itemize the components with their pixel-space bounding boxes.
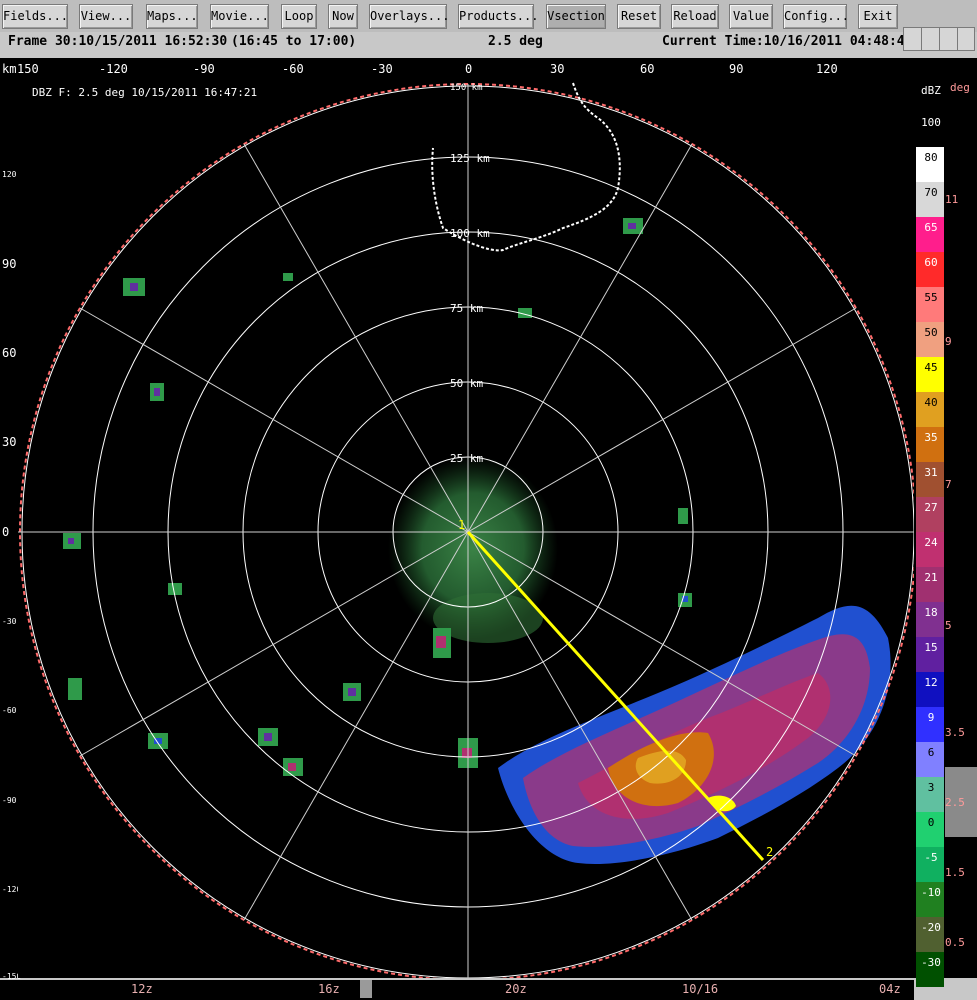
overlays-button[interactable]: Overlays...: [369, 4, 449, 29]
reset-button[interactable]: Reset: [617, 4, 661, 29]
reload-button[interactable]: Reload: [671, 4, 719, 29]
colorbar-label: 35: [924, 431, 938, 444]
exit-button[interactable]: Exit: [858, 4, 898, 29]
ring-label: 75 km: [450, 302, 483, 315]
time-label: 20z: [505, 982, 527, 996]
azimuth-lines: [18, 84, 914, 978]
colorbar-label: 27: [924, 501, 938, 514]
y-tick: 30: [2, 435, 17, 449]
colorbar-label: 3: [927, 781, 935, 794]
ring-label: 150 km: [450, 83, 483, 93]
ring-label: 25 km: [450, 452, 483, 465]
y-tick: -60: [2, 706, 17, 715]
time-label: 16z: [318, 982, 340, 996]
frame-label: Frame 30:10/15/2011 16:52:30: [8, 34, 228, 49]
deg-label: 1.5: [945, 866, 965, 879]
movie-button[interactable]: Movie...: [210, 4, 269, 29]
window-control-3[interactable]: [939, 27, 959, 51]
frame-range-label: (16:45 to 17:00): [231, 34, 357, 49]
config-button[interactable]: Config...: [783, 4, 849, 29]
elevation-label: 2.5 deg: [488, 34, 543, 49]
x-tick: -60: [282, 62, 304, 76]
colorbar-label: -5: [924, 851, 938, 864]
deg-label: 2.5: [945, 796, 965, 809]
y-tick: 120: [2, 170, 17, 179]
toolbar: Fields... View... Maps... Movie... Loop …: [0, 0, 977, 32]
colorbar-label: -30: [921, 956, 941, 969]
x-tick: -120: [99, 62, 128, 76]
colorbar-label: 31: [924, 466, 938, 479]
colorbar-label: -20: [921, 921, 941, 934]
colorbar-title: dBZ: [921, 84, 941, 97]
deg-label: 11: [945, 193, 959, 206]
deg-label: 0.5: [945, 936, 965, 949]
y-tick: 90: [2, 257, 17, 271]
coastline-map: [431, 82, 621, 252]
colorbar-label: 60: [924, 256, 938, 269]
ring-label: 50 km: [450, 377, 483, 390]
colorbar-label: 65: [924, 221, 938, 234]
y-tick: 60: [2, 346, 17, 360]
colorbar-label: 12: [924, 676, 938, 689]
colorbar-label: 6: [927, 746, 935, 759]
deg-label: 3.5: [945, 726, 965, 739]
window-control-4[interactable]: [957, 27, 975, 51]
products-button[interactable]: Products...: [458, 4, 538, 29]
time-label: 10/16: [682, 982, 719, 996]
x-tick: 30: [550, 62, 565, 76]
storm-cell: [498, 605, 891, 864]
maps-button[interactable]: Maps...: [146, 4, 198, 29]
y-tick: 0: [2, 525, 10, 539]
deg-label: 5: [945, 619, 952, 632]
colorbar-label: 9: [927, 711, 935, 724]
time-label: 12z: [131, 982, 153, 996]
x-tick: -30: [371, 62, 393, 76]
radar-canvas[interactable]: 25 km 50 km 75 km 100 km 125 km 150 km 1…: [18, 78, 914, 978]
x-tick: -90: [193, 62, 215, 76]
colorbar-label: 40: [924, 396, 938, 409]
colorbar-label: -10: [921, 886, 941, 899]
colorbar-label: 45: [924, 361, 938, 374]
current-time-label: Current Time:10/16/2011 04:48:48: [662, 34, 913, 49]
ring-label: 125 km: [450, 152, 490, 165]
scattered-echoes: [63, 218, 692, 776]
colorbar-deg-title: deg: [950, 81, 970, 94]
colorbar-label: 55: [924, 291, 938, 304]
y-tick: -90: [2, 796, 17, 805]
colorbar-label: 100: [921, 116, 941, 129]
colorbar-label: 24: [924, 536, 938, 549]
loop-button[interactable]: Loop: [281, 4, 317, 29]
colorbar-label: 0: [927, 816, 935, 829]
fields-button[interactable]: Fields...: [2, 4, 68, 29]
colorbar-label: 80: [924, 151, 938, 164]
now-button[interactable]: Now: [328, 4, 358, 29]
vsection-start-label: 1: [458, 518, 465, 532]
x-tick: 150: [17, 62, 39, 76]
x-tick: 120: [816, 62, 838, 76]
deg-label: 7: [945, 478, 952, 491]
value-button[interactable]: Value: [729, 4, 773, 29]
colorbar-label: 21: [924, 571, 938, 584]
x-tick: 0: [465, 62, 473, 76]
km-label: km: [2, 62, 17, 76]
vsection-end-label: 2: [766, 845, 773, 859]
vsection-button[interactable]: Vsection: [546, 4, 606, 29]
colorbar-label: 50: [924, 326, 938, 339]
view-button[interactable]: View...: [79, 4, 133, 29]
colorbar-label: 70: [924, 186, 938, 199]
window-control-1[interactable]: [903, 27, 923, 51]
window-control-2[interactable]: [921, 27, 941, 51]
plot-header: DBZ F: 2.5 deg 10/15/2011 16:47:21: [32, 86, 258, 99]
y-tick: -30: [2, 617, 17, 626]
radar-plot[interactable]: 25 km 50 km 75 km 100 km 125 km 150 km 1…: [18, 78, 914, 978]
colorbar-label: 15: [924, 641, 938, 654]
time-label: 04z: [879, 982, 901, 996]
time-slider-thumb[interactable]: [360, 980, 372, 998]
x-tick: 90: [729, 62, 744, 76]
deg-label: 9: [945, 335, 952, 348]
ring-label: 100 km: [450, 227, 490, 240]
colorbar-label: 18: [924, 606, 938, 619]
x-tick: 60: [640, 62, 655, 76]
